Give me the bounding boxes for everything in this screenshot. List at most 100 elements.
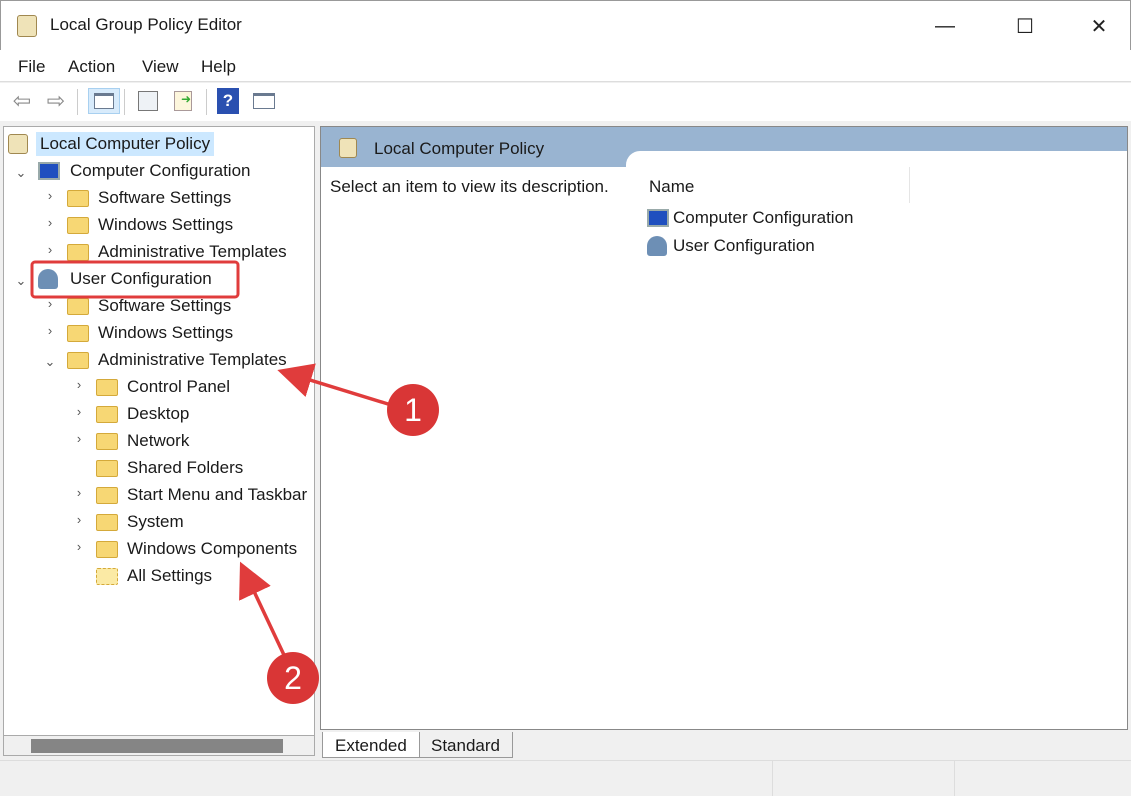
tree-item-label: Software Settings [98, 188, 232, 207]
tree-item-administrative-templates[interactable]: Administrative Templates [67, 347, 287, 373]
tree-item-control-panel[interactable]: Control Panel [96, 374, 230, 400]
back-icon[interactable]: ⇦ [9, 88, 35, 114]
chevron-right-icon[interactable]: › [44, 323, 56, 338]
folder-icon [96, 486, 118, 504]
list-item-computer-configuration[interactable]: Computer Configuration [647, 205, 853, 231]
toolbar-separator [124, 89, 125, 115]
list-item-label: Computer Configuration [673, 208, 854, 227]
export-list-icon[interactable]: ➜ [170, 88, 196, 114]
list-item-user-configuration[interactable]: User Configuration [647, 233, 815, 259]
tree-item-network[interactable]: Network [96, 428, 189, 454]
window-title: Local Group Policy Editor [50, 15, 242, 34]
tab-standard[interactable]: Standard [418, 732, 513, 758]
folder-icon [67, 216, 89, 234]
tree-item-label: Local Computer Policy [36, 132, 215, 156]
folder-icon [67, 189, 89, 207]
column-header-name[interactable]: Name [649, 177, 694, 197]
chevron-right-icon[interactable]: › [73, 377, 85, 392]
folder-icon [96, 459, 118, 477]
chevron-down-icon[interactable]: ⌄ [44, 354, 56, 370]
list-item-label: User Configuration [673, 236, 815, 255]
tree-item-label: Network [127, 431, 190, 450]
tree-item-shared-folders[interactable]: Shared Folders [96, 455, 243, 481]
chevron-right-icon[interactable]: › [73, 431, 85, 446]
computer-icon [647, 209, 669, 227]
folder-icon [96, 378, 118, 396]
menu-help[interactable]: Help [201, 57, 236, 77]
tree-item-system[interactable]: System [96, 509, 184, 535]
tab-extended[interactable]: Extended [322, 732, 420, 758]
chevron-right-icon[interactable]: › [73, 404, 85, 419]
tree-item-desktop[interactable]: Desktop [96, 401, 189, 427]
tree-item-label: Start Menu and Taskbar [127, 485, 308, 504]
details-header-title: Local Computer Policy [374, 139, 545, 158]
tree-item-label: System [127, 512, 184, 531]
tree-item-windows-components[interactable]: Windows Components [96, 536, 297, 562]
toolbar-separator [77, 89, 78, 115]
scrollbar-thumb[interactable] [31, 739, 283, 753]
user-icon [38, 269, 58, 289]
title-bar: Local Group Policy Editor — ☐ ✕ [0, 0, 1131, 50]
tree-item-label: User Configuration [70, 269, 212, 288]
chevron-down-icon[interactable]: ⌄ [15, 165, 27, 181]
chevron-right-icon[interactable]: › [44, 188, 56, 203]
tree-item-software-settings[interactable]: Software Settings [67, 185, 231, 211]
folder-icon [67, 351, 89, 369]
details-pane: Local Computer Policy Select an item to … [320, 126, 1128, 730]
menu-bar: File Action View Help [0, 50, 1131, 82]
tree-item-label: Administrative Templates [98, 350, 287, 369]
policy-scroll-icon [8, 134, 28, 154]
tree-item-label: Computer Configuration [70, 161, 251, 180]
status-bar [0, 760, 1131, 796]
toolbar-separator [206, 89, 207, 115]
tree-item-local-computer-policy[interactable]: Local Computer Policy [8, 131, 215, 157]
tree-item-label: Software Settings [98, 296, 232, 315]
tree-item-software-settings[interactable]: Software Settings [67, 293, 231, 319]
menu-view[interactable]: View [142, 57, 179, 77]
chevron-right-icon[interactable]: › [73, 539, 85, 554]
chevron-right-icon[interactable]: › [44, 215, 56, 230]
tree-item-start-menu-and-taskbar[interactable]: Start Menu and Taskbar [96, 482, 307, 508]
forward-icon[interactable]: ⇨ [43, 88, 69, 114]
tree-horizontal-scrollbar[interactable] [3, 736, 315, 756]
tree-item-all-settings[interactable]: All Settings [96, 563, 212, 589]
properties-icon[interactable] [135, 88, 161, 114]
tree-item-label: All Settings [127, 566, 213, 585]
tree-item-label: Desktop [127, 404, 190, 423]
details-header: Local Computer Policy [321, 127, 1127, 167]
tree-item-administrative-templates[interactable]: Administrative Templates [67, 239, 287, 265]
folder-icon [96, 540, 118, 558]
chevron-right-icon[interactable]: › [44, 242, 56, 257]
console-tree: Local Computer Policy ⌄ Computer Configu… [3, 126, 315, 736]
computer-icon [38, 162, 60, 180]
help-icon[interactable]: ? [217, 88, 239, 114]
tree-item-label: Windows Settings [98, 215, 234, 234]
toolbar: ⇦ ⇨ ➜ ? [0, 83, 1131, 121]
folder-icon [96, 513, 118, 531]
chevron-down-icon[interactable]: ⌄ [15, 273, 27, 289]
tree-item-label: Windows Components [127, 539, 298, 558]
chevron-right-icon[interactable]: › [44, 296, 56, 311]
tree-item-user-configuration[interactable]: User Configuration [38, 266, 212, 292]
menu-file[interactable]: File [18, 57, 45, 77]
description-text: Select an item to view its description. [330, 177, 609, 196]
user-icon [647, 236, 667, 256]
tree-item-computer-configuration[interactable]: Computer Configuration [38, 158, 250, 184]
tree-item-label: Windows Settings [98, 323, 234, 342]
maximize-button[interactable]: ☐ [1005, 9, 1045, 43]
folder-icon [96, 432, 118, 450]
all-settings-icon [96, 567, 118, 585]
folder-icon [96, 405, 118, 423]
minimize-button[interactable]: — [925, 9, 965, 43]
folder-icon [67, 324, 89, 342]
tree-item-windows-settings[interactable]: Windows Settings [67, 320, 233, 346]
tree-item-windows-settings[interactable]: Windows Settings [67, 212, 233, 238]
chevron-right-icon[interactable]: › [73, 512, 85, 527]
close-button[interactable]: ✕ [1079, 9, 1119, 43]
show-action-pane-icon[interactable] [251, 88, 277, 114]
show-hide-console-tree-icon[interactable] [88, 88, 120, 114]
column-divider[interactable] [909, 167, 910, 203]
chevron-right-icon[interactable]: › [73, 485, 85, 500]
tree-item-label: Control Panel [127, 377, 231, 396]
menu-action[interactable]: Action [68, 57, 115, 77]
